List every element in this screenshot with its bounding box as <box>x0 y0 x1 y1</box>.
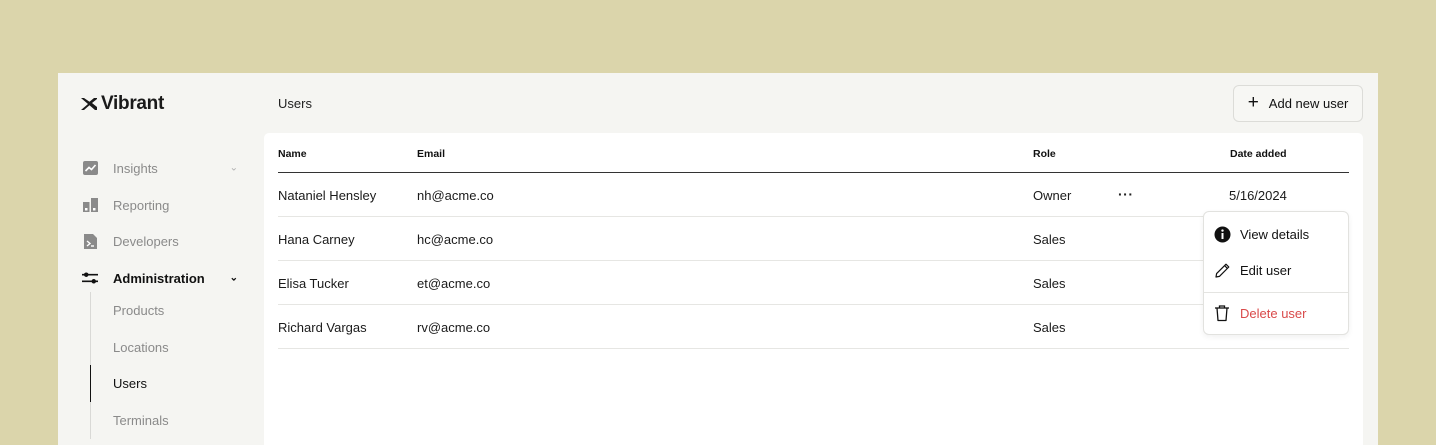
cell-date: 5/16/2024 <box>1229 188 1287 203</box>
subnav-item-terminals[interactable]: Terminals <box>91 402 220 439</box>
table-row[interactable]: Elisa Tucker et@acme.co Sales <box>278 261 1349 305</box>
administration-subnav: Products Locations Users Terminals <box>90 292 220 439</box>
cell-role: Sales <box>1033 232 1066 247</box>
chart-line-icon <box>82 160 98 176</box>
table-row[interactable]: Richard Vargas rv@acme.co Sales <box>278 305 1349 349</box>
row-actions-button[interactable]: ··· <box>1118 186 1134 202</box>
subnav-item-users[interactable]: Users <box>90 365 220 402</box>
sidebar-item-label: Reporting <box>113 197 170 213</box>
column-header-email[interactable]: Email <box>417 148 445 160</box>
terminal-icon <box>82 234 98 250</box>
cell-email: rv@acme.co <box>417 320 491 335</box>
cell-email: nh@acme.co <box>417 188 494 203</box>
subnav-item-label: Products <box>113 302 165 318</box>
subnav-item-label: Users <box>113 376 147 392</box>
subnav-item-products[interactable]: Products <box>91 292 220 329</box>
cell-name: Hana Carney <box>278 232 355 247</box>
cell-role: Owner <box>1033 188 1072 203</box>
menu-item-edit-user[interactable]: Edit user <box>1204 252 1348 288</box>
subnav-item-locations[interactable]: Locations <box>91 329 220 366</box>
menu-item-label: Delete user <box>1240 305 1307 321</box>
sidebar-item-label: Insights <box>113 160 158 176</box>
column-header-name[interactable]: Name <box>278 148 307 160</box>
menu-item-view-details[interactable]: View details <box>1204 216 1348 252</box>
menu-item-label: View details <box>1240 226 1310 242</box>
trash-icon <box>1213 304 1231 322</box>
add-new-user-label: Add new user <box>1268 96 1349 111</box>
vibrant-logo-icon <box>81 98 97 110</box>
sliders-icon <box>82 270 98 286</box>
cell-role: Sales <box>1033 276 1066 291</box>
brand-name: Vibrant <box>101 93 165 114</box>
brand-logo[interactable]: Vibrant <box>80 93 164 115</box>
menu-item-delete-user[interactable]: Delete user <box>1204 295 1348 331</box>
pencil-icon <box>1213 261 1231 279</box>
cell-name: Nataniel Hensley <box>278 188 377 203</box>
subnav-item-label: Locations <box>113 339 169 355</box>
add-new-user-button[interactable]: + Add new user <box>1233 85 1363 122</box>
column-header-date-added[interactable]: Date added <box>1230 148 1287 160</box>
sidebar-item-label: Developers <box>113 234 179 250</box>
cell-email: hc@acme.co <box>417 232 494 247</box>
users-table-panel: Name Email Role Date added Nataniel Hens… <box>264 133 1363 445</box>
sidebar-item-developers[interactable]: Developers <box>82 223 242 260</box>
info-icon <box>1213 225 1231 243</box>
app-window: Vibrant Insights ⌄ Reporting Developers <box>58 73 1378 445</box>
menu-divider <box>1204 292 1348 293</box>
bar-chart-icon <box>82 197 98 213</box>
sidebar-item-reporting[interactable]: Reporting <box>82 187 242 224</box>
cell-email: et@acme.co <box>417 276 491 291</box>
cell-role: Sales <box>1033 320 1066 335</box>
menu-item-label: Edit user <box>1240 262 1292 278</box>
page-title: Users <box>278 96 312 111</box>
plus-icon: + <box>1247 92 1259 113</box>
cell-name: Richard Vargas <box>278 320 367 335</box>
cell-name: Elisa Tucker <box>278 276 349 291</box>
column-header-role[interactable]: Role <box>1033 148 1056 160</box>
sidebar-item-insights[interactable]: Insights ⌄ <box>82 150 242 187</box>
sidebar-item-label: Administration <box>113 270 205 286</box>
chevron-down-icon: ⌄ <box>229 162 238 174</box>
table-row[interactable]: Hana Carney hc@acme.co Sales <box>278 217 1349 261</box>
chevron-down-icon: ⌄ <box>229 272 238 284</box>
subnav-item-label: Terminals <box>113 412 169 428</box>
sidebar-nav: Insights ⌄ Reporting Developers Administ… <box>82 150 242 297</box>
table-row[interactable]: Nataniel Hensley nh@acme.co Owner 5/16/2… <box>278 173 1349 217</box>
row-actions-menu: View details Edit user Delete user <box>1203 211 1349 335</box>
